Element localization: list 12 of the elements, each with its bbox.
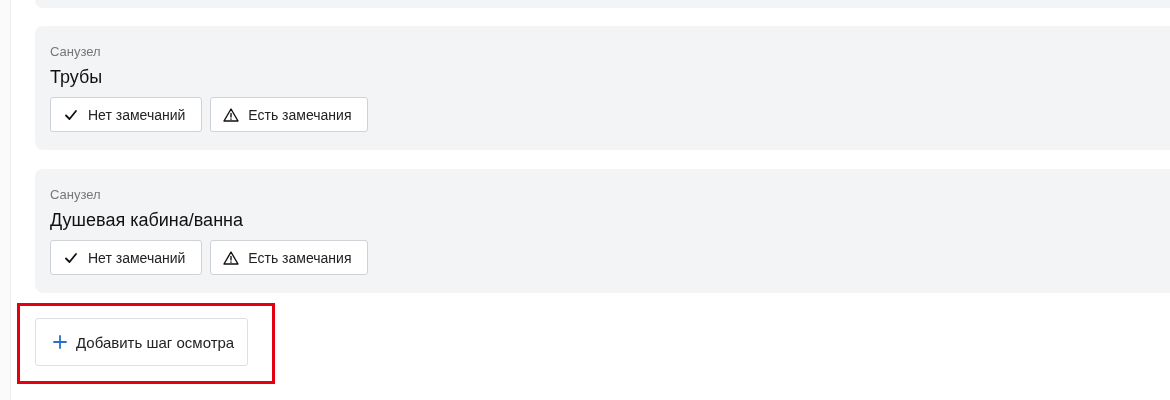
no-remarks-button[interactable]: Нет замечаний (50, 97, 203, 132)
plus-icon (52, 334, 68, 350)
warning-icon (223, 106, 240, 123)
step-category: Санузел (50, 187, 102, 203)
remarks-button[interactable]: Есть замечания (210, 240, 369, 275)
add-step-button[interactable]: Добавить шаг осмотра (35, 318, 249, 366)
remarks-button[interactable]: Есть замечания (210, 97, 369, 132)
step-title: Трубы (50, 66, 104, 88)
no-remarks-button[interactable]: Нет замечаний (50, 240, 203, 275)
step-title: Душевая кабина/ванна (50, 209, 245, 231)
warning-icon (223, 249, 240, 266)
step-category: Санузел (50, 44, 102, 60)
